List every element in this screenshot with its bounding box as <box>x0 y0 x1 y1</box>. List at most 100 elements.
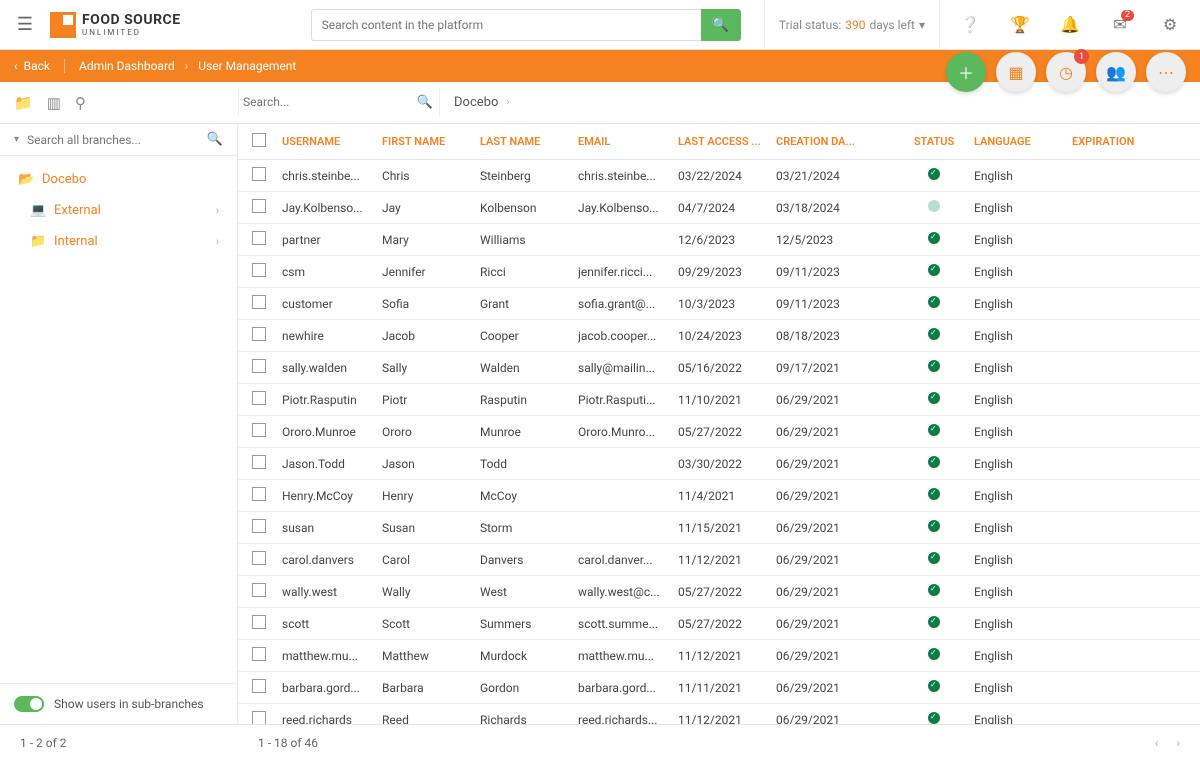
col-status[interactable]: STATUS <box>894 135 974 148</box>
table-row[interactable]: partnerMaryWilliams12/6/202312/5/2023Eng… <box>238 224 1200 256</box>
search-icon[interactable]: 🔍 <box>207 132 223 147</box>
table-row[interactable]: Ororo.MunroeOroroMunroeOroro.Munro...05/… <box>238 416 1200 448</box>
status-dot-icon <box>928 648 940 660</box>
row-checkbox[interactable] <box>252 359 266 373</box>
cell-language: English <box>974 521 1072 535</box>
row-checkbox[interactable] <box>252 647 266 661</box>
row-checkbox[interactable] <box>252 455 266 469</box>
row-checkbox[interactable] <box>252 167 266 181</box>
trophy-icon[interactable]: 🏆 <box>1000 0 1040 50</box>
row-checkbox[interactable] <box>252 519 266 533</box>
more-button[interactable]: ⋯ <box>1146 52 1186 92</box>
table-row[interactable]: Henry.McCoyHenryMcCoy11/4/202106/29/2021… <box>238 480 1200 512</box>
table-row[interactable]: wally.westWallyWestwally.west@c...05/27/… <box>238 576 1200 608</box>
add-button[interactable]: ＋ <box>946 52 986 92</box>
history-button[interactable]: ◷1 <box>1046 52 1086 92</box>
prev-page-button[interactable]: ‹ <box>1155 736 1159 750</box>
chevron-down-icon[interactable]: ▾ <box>14 134 19 145</box>
col-expiration[interactable]: EXPIRATION <box>1072 135 1162 148</box>
search-icon[interactable]: 🔍 <box>417 95 433 110</box>
table-row[interactable]: chris.steinbe...ChrisSteinbergchris.stei… <box>238 160 1200 192</box>
brand-main: FOOD SOURCE <box>82 12 181 28</box>
cell-lastname: Williams <box>480 233 578 247</box>
footer: 1 - 2 of 2 1 - 18 of 46 ‹ › <box>0 724 1200 760</box>
global-search-button[interactable]: 🔍 <box>701 9 741 41</box>
table-row[interactable]: csmJenniferRiccijennifer.ricci...09/29/2… <box>238 256 1200 288</box>
tree-root-label: Docebo <box>42 172 86 187</box>
branch-path-label[interactable]: Docebo <box>454 95 498 110</box>
col-creation[interactable]: CREATION DA... <box>776 135 894 148</box>
help-icon[interactable]: ❔ <box>950 0 990 50</box>
folder-view-icon[interactable]: 📁 <box>14 94 33 112</box>
tree-node[interactable]: 💻External› <box>0 195 237 226</box>
row-checkbox[interactable] <box>252 615 266 629</box>
crumb-usermgmt[interactable]: User Management <box>198 59 296 73</box>
cell-creation: 06/29/2021 <box>776 585 894 599</box>
col-email[interactable]: EMAIL <box>578 135 678 148</box>
table-row[interactable]: sally.waldenSallyWaldensally@mailin...05… <box>238 352 1200 384</box>
row-checkbox[interactable] <box>252 327 266 341</box>
cell-lastaccess: 05/27/2022 <box>678 425 776 439</box>
cell-email: Jay.Kolbenso... <box>578 201 678 215</box>
cell-language: English <box>974 169 1072 183</box>
col-language[interactable]: LANGUAGE <box>974 135 1072 148</box>
row-checkbox[interactable] <box>252 231 266 245</box>
status-dot-icon <box>928 232 940 244</box>
cell-firstname: Carol <box>382 553 480 567</box>
col-username[interactable]: USERNAME <box>282 135 382 148</box>
cell-lastname: Grant <box>480 297 578 311</box>
row-checkbox[interactable] <box>252 295 266 309</box>
cell-language: English <box>974 713 1072 725</box>
row-checkbox[interactable] <box>252 487 266 501</box>
select-all-checkbox[interactable] <box>252 133 266 147</box>
tree-node[interactable]: 📁Internal› <box>0 226 237 257</box>
table-row[interactable]: carol.danversCarolDanverscarol.danver...… <box>238 544 1200 576</box>
row-checkbox[interactable] <box>252 679 266 693</box>
row-checkbox[interactable] <box>252 423 266 437</box>
cell-status <box>894 264 974 279</box>
row-checkbox[interactable] <box>252 391 266 405</box>
ellipsis-icon: ⋯ <box>1158 63 1174 82</box>
table-row[interactable]: susanSusanStorm11/15/202106/29/2021Engli… <box>238 512 1200 544</box>
cell-language: English <box>974 649 1072 663</box>
row-checkbox[interactable] <box>252 263 266 277</box>
row-checkbox[interactable] <box>252 551 266 565</box>
cell-language: English <box>974 297 1072 311</box>
local-search-input[interactable] <box>239 89 439 117</box>
next-page-button[interactable]: › <box>1176 736 1180 750</box>
users-button[interactable]: 👥 <box>1096 52 1136 92</box>
tree-node-root[interactable]: 📂 Docebo <box>0 164 237 195</box>
table-row[interactable]: Jay.Kolbenso...JayKolbensonJay.Kolbenso.… <box>238 192 1200 224</box>
table-row[interactable]: scottScottSummersscott.summe...05/27/202… <box>238 608 1200 640</box>
col-lastaccess[interactable]: LAST ACCESS ... <box>678 135 776 148</box>
clock-icon: ◷ <box>1059 63 1073 82</box>
table-row[interactable]: Piotr.RasputinPiotrRasputinPiotr.Rasputi… <box>238 384 1200 416</box>
global-search-input[interactable] <box>311 9 701 41</box>
filter-icon[interactable]: ⚲ <box>75 94 86 112</box>
table-row[interactable]: Jason.ToddJasonTodd03/30/202206/29/2021E… <box>238 448 1200 480</box>
table-row[interactable]: newhireJacobCooperjacob.cooper...10/24/2… <box>238 320 1200 352</box>
brand-logo[interactable]: FOOD SOURCE UNLIMITED <box>50 12 181 38</box>
date-button[interactable]: ▦ <box>996 52 1036 92</box>
trial-status[interactable]: Trial status: 390 days left ▾ <box>764 0 940 50</box>
table-row[interactable]: barbara.gord...BarbaraGordonbarbara.gord… <box>238 672 1200 704</box>
table-row[interactable]: matthew.mu...MatthewMurdockmatthew.mu...… <box>238 640 1200 672</box>
col-firstname[interactable]: FIRST NAME <box>382 135 480 148</box>
crumb-admin[interactable]: Admin Dashboard <box>79 59 175 73</box>
row-checkbox[interactable] <box>252 711 266 724</box>
table-row[interactable]: reed.richardsReedRichardsreed.richards..… <box>238 704 1200 724</box>
col-lastname[interactable]: LAST NAME <box>480 135 578 148</box>
messages-icon[interactable]: ✉2 <box>1100 0 1140 50</box>
table-row[interactable]: customerSofiaGrantsofia.grant@...10/3/20… <box>238 288 1200 320</box>
bell-icon[interactable]: 🔔 <box>1050 0 1090 50</box>
row-checkbox[interactable] <box>252 199 266 213</box>
row-count: 1 - 18 of 46 <box>258 736 318 750</box>
gear-icon[interactable]: ⚙ <box>1150 0 1190 50</box>
cell-lastname: Rasputin <box>480 393 578 407</box>
back-button[interactable]: ‹ Back <box>14 59 65 73</box>
subbranch-toggle[interactable] <box>14 696 44 712</box>
hamburger-menu-icon[interactable]: ☰ <box>10 14 40 35</box>
column-view-icon[interactable]: ▥ <box>47 94 61 112</box>
branch-search-input[interactable] <box>27 133 199 147</box>
row-checkbox[interactable] <box>252 583 266 597</box>
